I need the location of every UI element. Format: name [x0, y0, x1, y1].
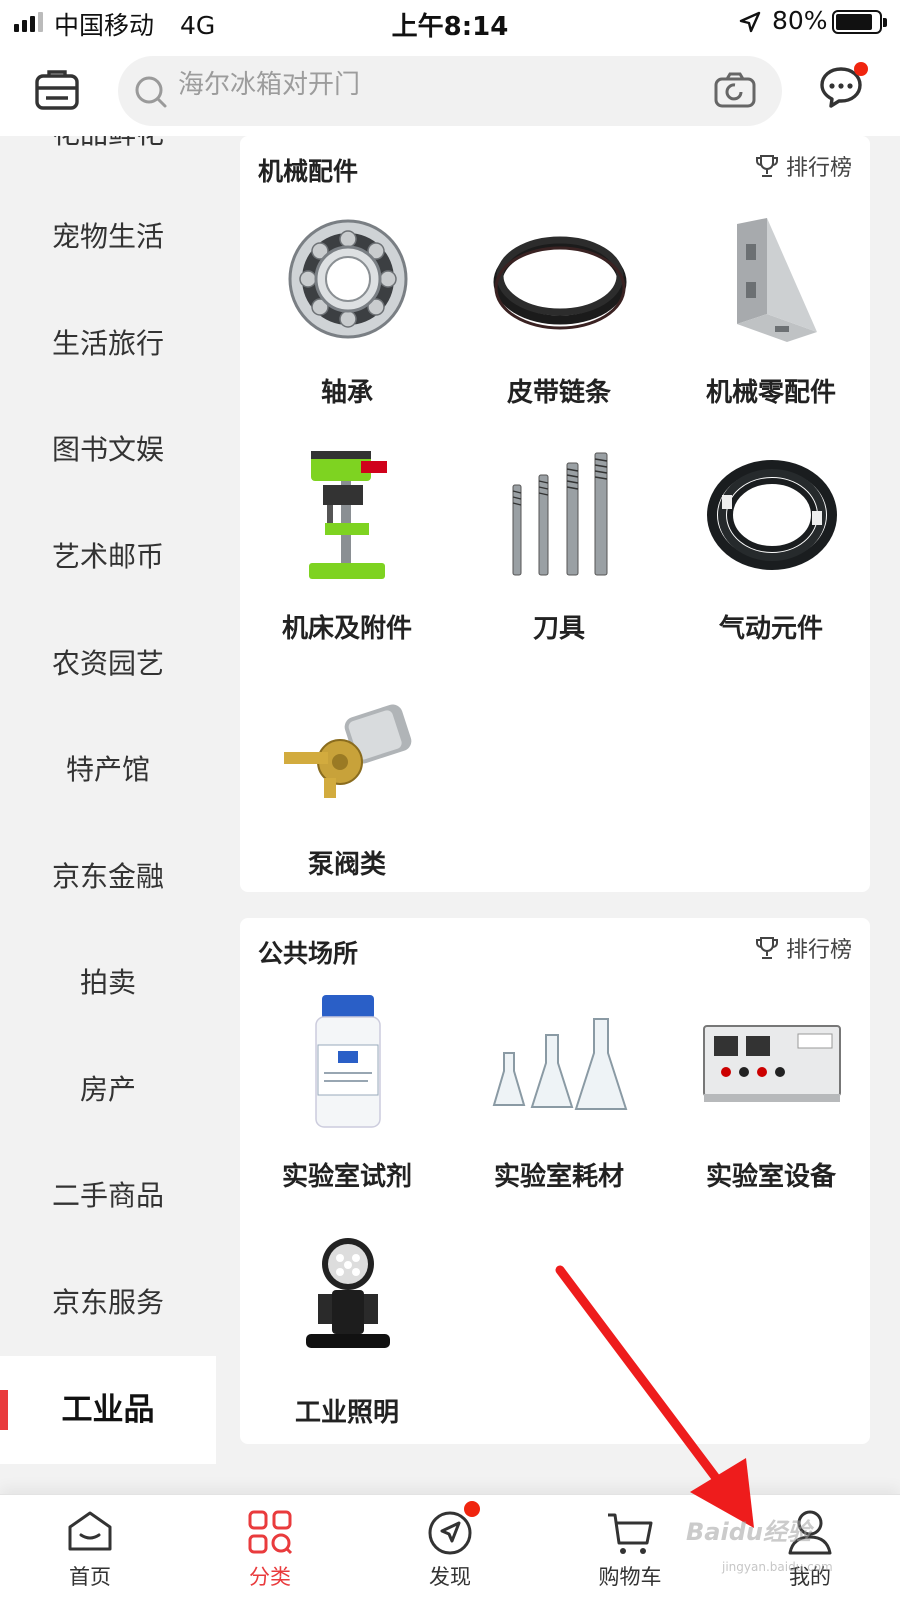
- sidebar-item-specialty[interactable]: 特产馆: [0, 716, 216, 824]
- search-box[interactable]: [118, 56, 782, 126]
- annotation-arrow-icon: [555, 1265, 754, 1528]
- nav-label: 首页: [69, 1565, 111, 1589]
- category-name: 工业照明: [294, 1398, 399, 1428]
- category-name: 机床及附件: [281, 614, 412, 644]
- ranking-link[interactable]: 排行榜: [754, 150, 852, 182]
- nav-discover[interactable]: 发现: [360, 1495, 540, 1600]
- status-bar: 中国移动 4G 上午8:14 80%: [0, 0, 900, 44]
- watermark-url: jingyan.baidu.com: [722, 1560, 833, 1574]
- sidebar-item-finance[interactable]: 京东金融: [0, 823, 216, 931]
- sidebar-item-partial[interactable]: 花品鲜花: [0, 136, 216, 188]
- ranking-label: 排行榜: [785, 156, 852, 181]
- location-arrow-icon: [739, 11, 761, 33]
- category-item-cutter[interactable]: 刀具: [454, 440, 664, 676]
- sidebar-item-art[interactable]: 艺术邮币: [0, 503, 216, 611]
- scan-menu-icon[interactable]: [34, 68, 80, 112]
- message-badge: [854, 62, 868, 76]
- category-name: 刀具: [532, 614, 585, 644]
- reagent-bottle-image: [278, 988, 418, 1138]
- category-name: 实验室耗材: [493, 1162, 624, 1192]
- category-name: 机械零配件: [705, 378, 836, 408]
- category-item-pump-valve[interactable]: 泵阀类: [242, 676, 452, 912]
- sidebar-item-industrial[interactable]: 工业品: [0, 1356, 216, 1464]
- category-item-belt[interactable]: 皮带链条: [454, 204, 664, 440]
- section-title: 机械配件: [258, 157, 359, 186]
- sidebar-item-label: 工业品: [61, 1392, 155, 1428]
- category-item-machine-tool[interactable]: 机床及附件: [242, 440, 452, 676]
- camera-icon[interactable]: [714, 72, 756, 108]
- watermark: Baidu经验: [686, 1518, 811, 1546]
- category-name: 实验室设备: [705, 1162, 836, 1192]
- message-button[interactable]: [818, 62, 868, 114]
- sidebar-item-books[interactable]: 图书文娱: [0, 396, 216, 504]
- lab-device-image: [702, 988, 842, 1138]
- sidebar-item-services[interactable]: 京东服务: [0, 1249, 216, 1357]
- category-item-lab-reagent[interactable]: 实验室试剂: [242, 988, 452, 1224]
- nav-label: 发现: [429, 1565, 471, 1589]
- sidebar-item-realestate[interactable]: 房产: [0, 1036, 216, 1144]
- trophy-icon: [755, 155, 778, 177]
- nav-label: 分类: [249, 1565, 291, 1589]
- category-name: 轴承: [320, 378, 373, 408]
- nav-category[interactable]: 分类: [180, 1495, 360, 1600]
- pump-image: [278, 676, 418, 826]
- drill-press-image: [278, 440, 418, 590]
- taps-image: [490, 440, 630, 590]
- searchlight-image: [278, 1224, 418, 1374]
- bracket-image: [702, 204, 842, 354]
- category-name: 皮带链条: [506, 378, 611, 408]
- sidebar-item-pets[interactable]: 宠物生活: [0, 183, 216, 291]
- category-item-pneumatic[interactable]: 气动元件: [666, 440, 876, 676]
- section-card-machinery: 机械配件 排行榜 轴承 皮带链条 机械零配件 机床及附件 刀具 气动元件 泵阀类: [240, 136, 870, 892]
- bearing-image: [278, 204, 418, 354]
- category-name: 泵阀类: [307, 850, 386, 880]
- battery-percent: 80%: [772, 6, 828, 35]
- category-item-lab-equipment[interactable]: 实验室设备: [666, 988, 876, 1224]
- category-item-lab-consumables[interactable]: 实验室耗材: [454, 988, 664, 1224]
- category-item-bracket[interactable]: 机械零配件: [666, 204, 876, 440]
- battery-icon: [832, 10, 887, 34]
- section-title: 公共场所: [258, 939, 359, 968]
- nav-home[interactable]: 首页: [0, 1495, 180, 1600]
- status-time: 上午8:14: [391, 12, 509, 42]
- belt-image: [490, 204, 630, 354]
- search-input[interactable]: [178, 70, 698, 100]
- sidebar-item-secondhand[interactable]: 二手商品: [0, 1142, 216, 1250]
- category-icon: [248, 1510, 293, 1555]
- sidebar-item-auction[interactable]: 拍卖: [0, 929, 216, 1037]
- home-icon: [68, 1511, 112, 1551]
- sidebar-item-travel[interactable]: 生活旅行: [0, 290, 216, 398]
- header: [0, 44, 900, 136]
- trophy-icon: [755, 937, 778, 959]
- category-sidebar: 花品鲜花 宠物生活 生活旅行 图书文娱 艺术邮币 农资园艺 特产馆 京东金融 拍…: [0, 136, 216, 1496]
- ranking-link[interactable]: 排行榜: [754, 932, 852, 964]
- nav-label: 购物车: [598, 1565, 662, 1589]
- category-name: 实验室试剂: [281, 1162, 412, 1192]
- search-icon: [135, 76, 167, 108]
- discover-badge: [464, 1501, 480, 1517]
- air-hose-image: [702, 440, 842, 590]
- category-item-industrial-lighting[interactable]: 工业照明: [242, 1224, 452, 1460]
- flasks-image: [490, 988, 630, 1138]
- sidebar-item-garden[interactable]: 农资园艺: [0, 610, 216, 718]
- category-name: 气动元件: [718, 614, 823, 644]
- category-item-bearing[interactable]: 轴承: [242, 204, 452, 440]
- ranking-label: 排行榜: [785, 938, 852, 963]
